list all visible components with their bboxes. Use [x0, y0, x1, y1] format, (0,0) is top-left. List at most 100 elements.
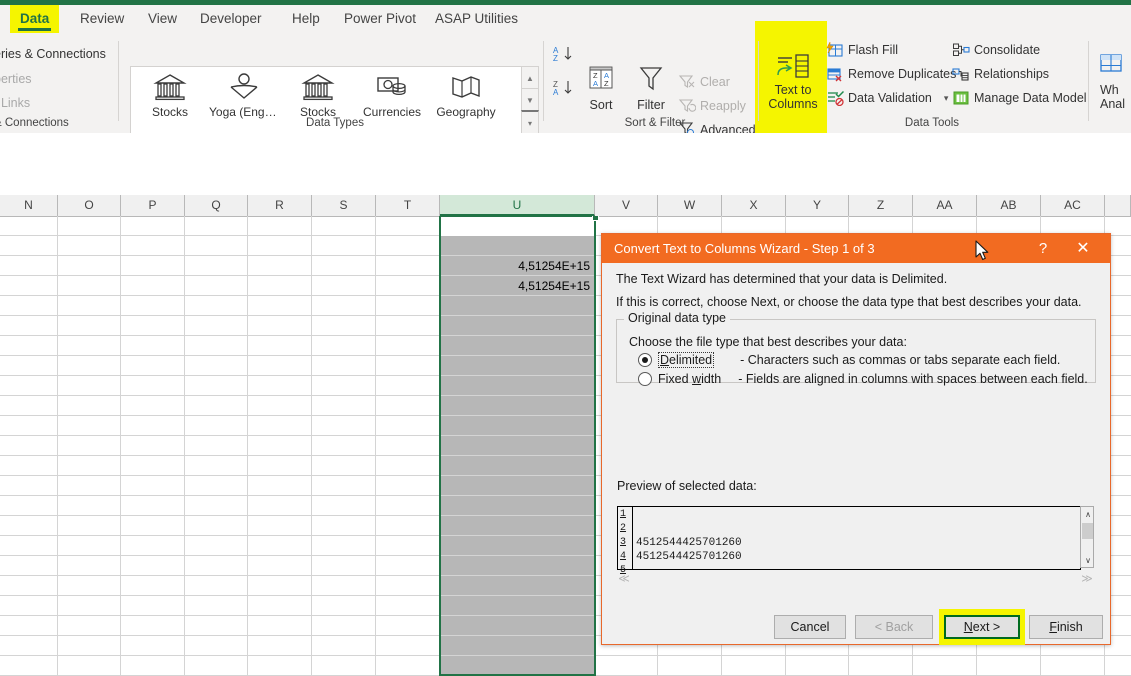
tab-label: Help [292, 11, 320, 26]
active-cell-U1[interactable] [441, 216, 594, 236]
back-button[interactable]: < Back [855, 615, 933, 639]
preview-line-number: 2 [620, 523, 627, 534]
help-icon[interactable]: ? [1028, 234, 1058, 263]
grid-vline [247, 216, 248, 676]
text-to-columns-button[interactable]: Text to Columns [763, 53, 823, 111]
next-button[interactable]: Next > [944, 615, 1020, 639]
column-header-U[interactable]: U [440, 195, 595, 216]
text-to-columns-icon [763, 53, 823, 83]
radio-desc-fixed-width: - Fields are aligned in columns with spa… [738, 372, 1088, 386]
column-header-AC[interactable]: AC [1041, 195, 1105, 216]
tab-help[interactable]: Help [282, 5, 330, 33]
bank-icon [135, 69, 205, 105]
column-header-T[interactable]: T [376, 195, 440, 216]
what-if-analysis-button[interactable]: Wh Anal [1100, 53, 1131, 111]
sort-ascending-button[interactable]: AZ [553, 45, 575, 63]
queries-and-connections-button[interactable]: eries & Connections [0, 47, 106, 61]
tab-power-pivot[interactable]: Power Pivot [334, 5, 426, 33]
column-header-AD[interactable] [1105, 195, 1131, 216]
close-icon[interactable]: ✕ [1064, 234, 1102, 263]
column-header-row: N O P Q R S T U V W X Y Z AA AB AC [0, 195, 1131, 217]
clear-filter-button[interactable]: Clear [678, 74, 730, 89]
column-header-Z[interactable]: Z [849, 195, 913, 216]
gallery-scroll-down-button[interactable]: ▼ [521, 88, 539, 112]
remove-duplicates-label: Remove Duplicates [848, 67, 957, 81]
radio-label-delimited-rest: elimited [669, 353, 713, 367]
tab-asap-utilities[interactable]: ASAP Utilities [425, 5, 528, 33]
column-header-AA[interactable]: AA [913, 195, 977, 216]
flash-fill-button[interactable]: Flash Fill [826, 42, 898, 58]
column-header-AB[interactable]: AB [977, 195, 1041, 216]
sort-button[interactable]: ZAAZ Sort [580, 65, 622, 112]
tab-developer[interactable]: Developer [190, 5, 272, 33]
dialog-intro-line-1: The Text Wizard has determined that your… [616, 272, 948, 286]
cell-U3[interactable]: 4,51254E+15 [441, 256, 594, 276]
bank-icon [283, 69, 353, 105]
data-validation-button[interactable]: Data Validation ▾ [826, 90, 948, 106]
selection-handle[interactable] [592, 216, 599, 221]
what-if-label-1: Wh [1100, 83, 1119, 97]
gallery-scroll-up-button[interactable]: ▲ [521, 66, 539, 90]
scroll-right-icon[interactable]: ≫ [1080, 570, 1094, 586]
next-button-label: Next > [963, 620, 1001, 634]
column-header-S[interactable]: S [312, 195, 376, 216]
radio-button-delimited[interactable] [638, 353, 652, 367]
gallery-item-label: Geography [436, 105, 496, 119]
consolidate-button[interactable]: Consolidate [952, 42, 1040, 58]
edit-links-button[interactable]: t Links [0, 96, 30, 110]
preview-label: Preview of selected data: [617, 479, 757, 493]
relationships-button[interactable]: Relationships [952, 66, 1049, 82]
preview-horizontal-scrollbar[interactable]: ≪ ≫ [617, 570, 1094, 586]
gallery-item-yoga[interactable]: Yoga (Engli... [209, 69, 279, 131]
gallery-item-stocks-1[interactable]: Stocks [135, 69, 205, 131]
text-to-columns-label-2: Columns [768, 97, 818, 111]
properties-button[interactable]: perties [0, 72, 32, 86]
scroll-left-icon[interactable]: ≪ [617, 570, 631, 586]
preview-line-number: 4 [620, 551, 627, 562]
chevron-down-icon[interactable]: ▾ [944, 93, 949, 104]
cancel-button[interactable]: Cancel [774, 615, 846, 639]
gallery-item-geography[interactable]: Geography [431, 69, 501, 131]
column-header-Y[interactable]: Y [786, 195, 849, 216]
manage-data-model-button[interactable]: Manage Data Model [952, 90, 1087, 106]
filter-button[interactable]: Filter [630, 65, 672, 112]
radio-option-delimited[interactable]: Delimited - Characters such as commas or… [638, 352, 1060, 368]
column-header-Q[interactable]: Q [185, 195, 248, 216]
preview-vertical-scrollbar[interactable]: ∧ ∨ [1080, 506, 1094, 568]
scrollbar-thumb[interactable] [1082, 523, 1093, 539]
cell-U4[interactable]: 4,51254E+15 [441, 276, 594, 296]
radio-label-fixed-width: Fixed width [658, 372, 722, 386]
tab-review[interactable]: Review [70, 5, 134, 33]
column-header-V[interactable]: V [595, 195, 658, 216]
reapply-filter-button[interactable]: Reapply [678, 98, 746, 113]
sort-descending-button[interactable]: ZA [553, 79, 575, 97]
grid-hline [0, 655, 1131, 656]
tab-label: View [148, 11, 178, 26]
column-header-O[interactable]: O [58, 195, 121, 216]
dialog-title-bar[interactable]: Convert Text to Columns Wizard - Step 1 … [602, 234, 1110, 263]
column-header-R[interactable]: R [248, 195, 312, 216]
dialog-intro-line-2: If this is correct, choose Next, or choo… [616, 295, 1082, 309]
remove-duplicates-button[interactable]: Remove Duplicates [826, 66, 956, 82]
radio-option-fixed-width[interactable]: Fixed width - Fields are aligned in colu… [638, 372, 1088, 386]
radio-button-fixed-width[interactable] [638, 372, 652, 386]
column-header-P[interactable]: P [121, 195, 185, 216]
column-header-W[interactable]: W [658, 195, 722, 216]
tab-view[interactable]: View [138, 5, 187, 33]
scroll-down-icon[interactable]: ∨ [1081, 553, 1095, 567]
choose-file-type-prompt: Choose the file type that best describes… [629, 335, 907, 349]
map-icon [431, 69, 501, 105]
what-if-label-2: Anal [1100, 97, 1126, 111]
gallery-more-button[interactable]: ▾ [521, 110, 539, 135]
queries-group-label: & Connections [0, 117, 69, 129]
tab-data[interactable]: Data [10, 5, 60, 33]
column-header-X[interactable]: X [722, 195, 786, 216]
scroll-up-icon[interactable]: ∧ [1081, 507, 1095, 521]
preview-row-text: 4512544425701260 [636, 537, 742, 549]
column-header-N[interactable]: N [0, 195, 58, 216]
selected-column-fill [441, 236, 594, 676]
active-tab-underline [18, 28, 52, 31]
finish-button[interactable]: Finish [1029, 615, 1103, 639]
what-if-analysis-icon [1100, 53, 1131, 83]
preview-pane[interactable]: 1 2 3 4 5 4512544425701260 4512544425701… [617, 506, 1081, 576]
